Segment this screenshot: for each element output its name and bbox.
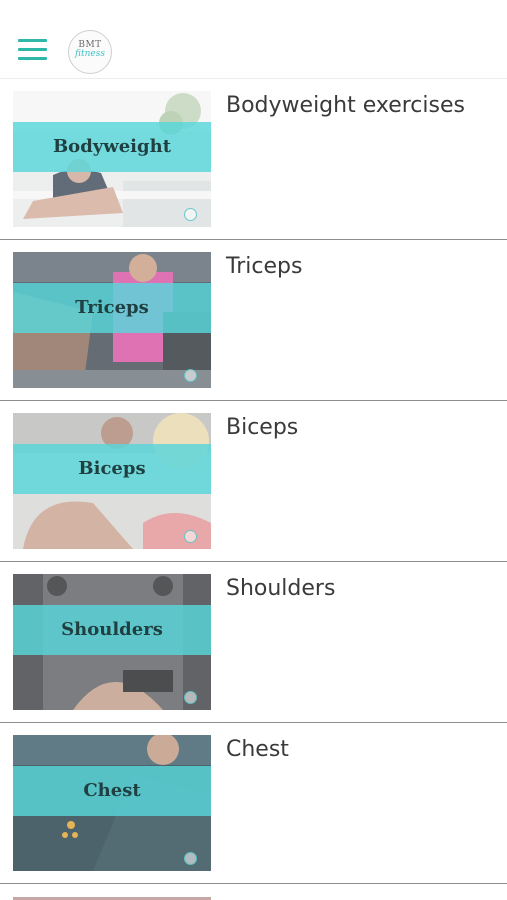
list-item[interactable]: Biceps Biceps <box>0 401 507 562</box>
category-title[interactable]: Shoulders <box>226 576 335 601</box>
thumbnail-band: Shoulders <box>13 605 211 655</box>
thumbnail-band: Bodyweight <box>13 122 211 172</box>
thumbnail-band: Chest <box>13 766 211 816</box>
category-thumbnail[interactable]: Triceps <box>13 252 211 388</box>
watermark-icon <box>184 369 197 382</box>
watermark-icon <box>184 852 197 865</box>
category-title[interactable]: Biceps <box>226 415 298 440</box>
category-thumbnail[interactable]: Chest <box>13 735 211 871</box>
thumbnail-label: Shoulders <box>61 619 163 640</box>
app-logo[interactable]: BMT fitness <box>68 30 112 74</box>
category-thumbnail[interactable]: Shoulders <box>13 574 211 710</box>
list-item[interactable]: Bodyweight Bodyweight exercises <box>0 79 507 240</box>
thumbnail-label: Chest <box>83 780 141 801</box>
thumbnail-band: Triceps <box>13 283 211 333</box>
category-title[interactable]: Triceps <box>226 254 302 279</box>
thumbnail-band: Biceps <box>13 444 211 494</box>
thumbnail-label: Biceps <box>78 458 146 479</box>
thumbnail-label: Bodyweight <box>52 136 172 157</box>
list-item[interactable]: Chest Chest <box>0 723 507 884</box>
app-header: BMT fitness <box>0 0 507 79</box>
list-item[interactable]: Triceps Triceps <box>0 240 507 401</box>
category-title[interactable]: Chest <box>226 737 289 762</box>
watermark-icon <box>184 208 197 221</box>
list-item[interactable]: Shoulders Shoulders <box>0 562 507 723</box>
watermark-icon <box>184 530 197 543</box>
category-list: Bodyweight Bodyweight exercises Triceps … <box>0 79 507 884</box>
logo-text-bottom: fitness <box>75 49 105 59</box>
hamburger-menu-icon[interactable] <box>18 39 48 63</box>
category-thumbnail[interactable]: Biceps <box>13 413 211 549</box>
thumbnail-label: Triceps <box>75 297 149 318</box>
category-thumbnail[interactable]: Bodyweight <box>13 91 211 227</box>
category-title[interactable]: Bodyweight exercises <box>226 93 465 118</box>
watermark-icon <box>184 691 197 704</box>
